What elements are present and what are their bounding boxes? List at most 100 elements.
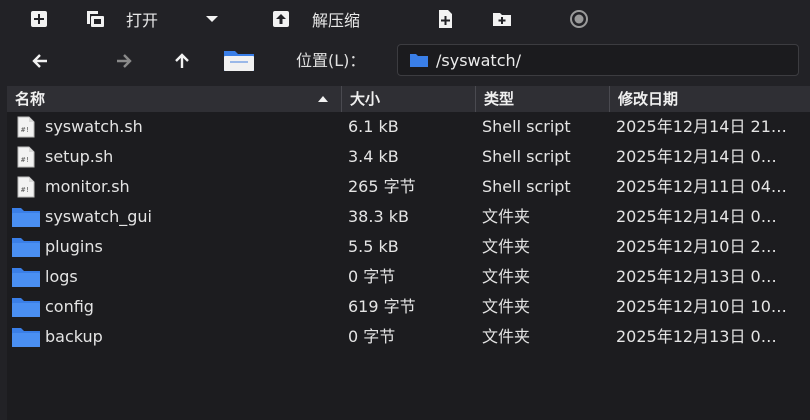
file-name: plugins [45,237,103,256]
svg-text:#!: #! [21,186,29,194]
svg-text:#!: #! [21,126,29,134]
svg-text:#!: #! [21,156,29,164]
file-name-cell: #! syswatch.sh [7,112,340,142]
open-label: 打开 [126,11,159,30]
file-name-cell: logs [7,262,340,292]
toolbar: 打开 解压缩 [0,0,810,38]
file-modified: 2025年12月14日 0… [616,147,777,166]
file-name-cell: plugins [7,232,340,262]
file-row[interactable]: logs 0 字节 文件夹 2025年12月13日 0… [7,262,810,292]
file-modified: 2025年12月10日 2… [616,237,777,256]
file-size: 3.4 kB [348,147,399,166]
column-header-name[interactable]: 名称 [7,86,342,112]
open-archive-icon [87,11,104,27]
file-name: syswatch.sh [45,117,143,136]
file-list: #! syswatch.sh 6.1 kB Shell script 2025年… [7,112,810,420]
folder-icon [11,232,41,262]
file-row[interactable]: #! monitor.sh 265 字节 Shell script 2025年1… [7,172,810,202]
column-type-label: 类型 [484,90,515,108]
file-size: 6.1 kB [348,117,399,136]
forward-button[interactable] [108,40,140,82]
chevron-down-icon [206,16,218,22]
file-modified: 2025年12月13日 0… [616,327,777,346]
file-size: 0 字节 [348,267,396,286]
location-bar: 位置(L)： /syswatch/ [0,40,810,82]
file-name-cell: #! monitor.sh [7,172,340,202]
folder-icon [11,262,41,292]
file-type: 文件夹 [482,267,531,286]
script-file-icon: #! [11,112,41,142]
file-name-cell: config [7,292,340,322]
folder-icon [11,322,41,352]
file-row[interactable]: config 619 字节 文件夹 2025年12月10日 10… [7,292,810,322]
file-size: 38.3 kB [348,207,409,226]
add-folder-icon [493,13,511,26]
folder-icon [11,292,41,322]
file-modified: 2025年12月14日 21… [616,117,787,136]
disc-icon [570,10,588,28]
file-row[interactable]: backup 0 字节 文件夹 2025年12月13日 0… [7,322,810,352]
column-size-label: 大小 [350,90,381,108]
file-type: 文件夹 [482,297,531,316]
file-name-cell: syswatch_gui [7,202,340,232]
file-row[interactable]: #! setup.sh 3.4 kB Shell script 2025年12月… [7,142,810,172]
file-size: 265 字节 [348,177,416,196]
home-location-button[interactable] [220,40,258,82]
file-name: monitor.sh [45,177,130,196]
arrow-up-icon [175,53,189,68]
file-name: logs [45,267,78,286]
new-archive-button[interactable] [28,0,50,38]
script-file-icon: #! [11,172,41,202]
add-files-icon [439,10,452,28]
column-header-size[interactable]: 大小 [342,86,476,112]
column-header-type[interactable]: 类型 [476,86,610,112]
column-header-modified[interactable]: 修改日期 [610,86,810,112]
file-type: 文件夹 [482,327,531,346]
file-type: Shell script [482,117,571,136]
up-button[interactable] [166,40,198,82]
sort-ascending-icon [318,96,328,102]
open-button[interactable]: 打开 [84,0,158,38]
folder-icon [11,202,41,232]
file-size: 5.5 kB [348,237,399,256]
file-size: 0 字节 [348,327,396,346]
file-modified: 2025年12月13日 0… [616,267,777,286]
file-name: syswatch_gui [45,207,152,226]
file-modified: 2025年12月10日 10… [616,297,787,316]
extract-button[interactable]: 解压缩 [270,0,360,38]
file-type: 文件夹 [482,207,531,226]
add-files-button[interactable] [434,0,456,38]
file-modified: 2025年12月11日 04… [616,177,787,196]
column-name-label: 名称 [15,90,46,108]
script-file-icon: #! [11,142,41,172]
file-type: 文件夹 [482,237,531,256]
file-type: Shell script [482,177,571,196]
file-name: backup [45,327,103,346]
new-archive-icon [31,11,47,27]
file-name: setup.sh [45,147,114,166]
arrow-left-icon [32,54,47,68]
path-text: /syswatch/ [436,50,522,70]
location-label: 位置(L)： [296,51,366,70]
file-row[interactable]: syswatch_gui 38.3 kB 文件夹 2025年12月14日 0… [7,202,810,232]
path-entry[interactable]: /syswatch/ [397,44,799,76]
file-modified: 2025年12月14日 0… [616,207,777,226]
folder-home-icon [224,51,254,71]
file-size: 619 字节 [348,297,416,316]
view-toggle-button[interactable] [568,0,590,38]
folder-icon [410,54,428,67]
column-header: 名称 大小 类型 修改日期 [7,86,810,112]
arrow-right-icon [117,54,132,68]
file-name-cell: #! setup.sh [7,142,340,172]
file-row[interactable]: plugins 5.5 kB 文件夹 2025年12月10日 2… [7,232,810,262]
file-row[interactable]: #! syswatch.sh 6.1 kB Shell script 2025年… [7,112,810,142]
extract-icon [273,11,289,27]
file-type: Shell script [482,147,571,166]
extract-label: 解压缩 [312,11,361,30]
open-dropdown-button[interactable] [202,0,222,38]
add-folder-button[interactable] [491,0,513,38]
file-name: config [45,297,94,316]
file-name-cell: backup [7,322,340,352]
column-modified-label: 修改日期 [618,90,679,108]
back-button[interactable] [24,40,56,82]
